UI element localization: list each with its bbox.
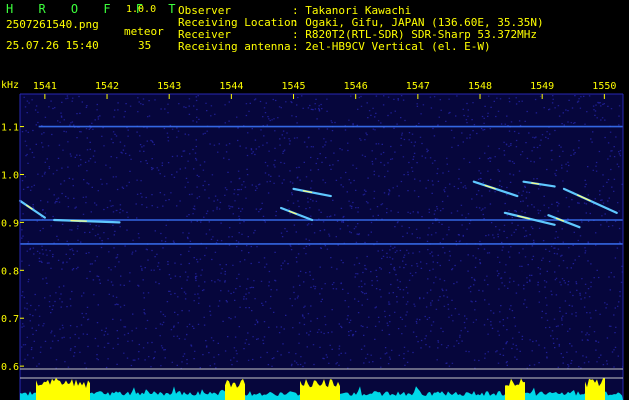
y-tick-label: 0.6 (1, 362, 19, 373)
y-tick-label: 1.1 (1, 123, 19, 134)
filename: 2507261540.png (6, 18, 99, 31)
x-tick-label: 1550 (592, 81, 616, 92)
x-tick-label: 1548 (468, 81, 492, 92)
x-tick-label: 1545 (281, 81, 305, 92)
x-tick-label: 1549 (530, 81, 554, 92)
app-title: H R O F F T (6, 2, 185, 16)
echo-count: 35 (138, 39, 152, 52)
spectrogram: 1541 1542 1543 1544 1545 1546 1547 1548 1549 1550… (1, 80, 624, 400)
info-value: : 2el-HB9CV Vertical (el. E-W) (292, 40, 491, 53)
x-tick-label: 1543 (157, 81, 181, 92)
x-tick-label: 1546 (344, 81, 368, 92)
x-tick-label: 1547 (406, 81, 430, 92)
y-tick-label: 0.7 (1, 314, 19, 325)
y-tick-label: 1.0 (1, 170, 19, 181)
app-version: 1.0.0 (126, 4, 157, 15)
x-tick-label: 1541 (33, 81, 57, 92)
info-key: Receiving antenna (178, 40, 291, 53)
y-tick-label: 0.9 (1, 218, 19, 229)
spectrogram-background (20, 94, 623, 400)
y-tick-label: 0.8 (1, 266, 19, 277)
datetime: 25.07.26 15:40 (6, 39, 99, 52)
x-tick-label: 1544 (219, 81, 243, 92)
y-unit-label: kHz (1, 80, 19, 91)
x-tick-label: 1542 (95, 81, 119, 92)
mode-label: meteor (124, 25, 164, 38)
